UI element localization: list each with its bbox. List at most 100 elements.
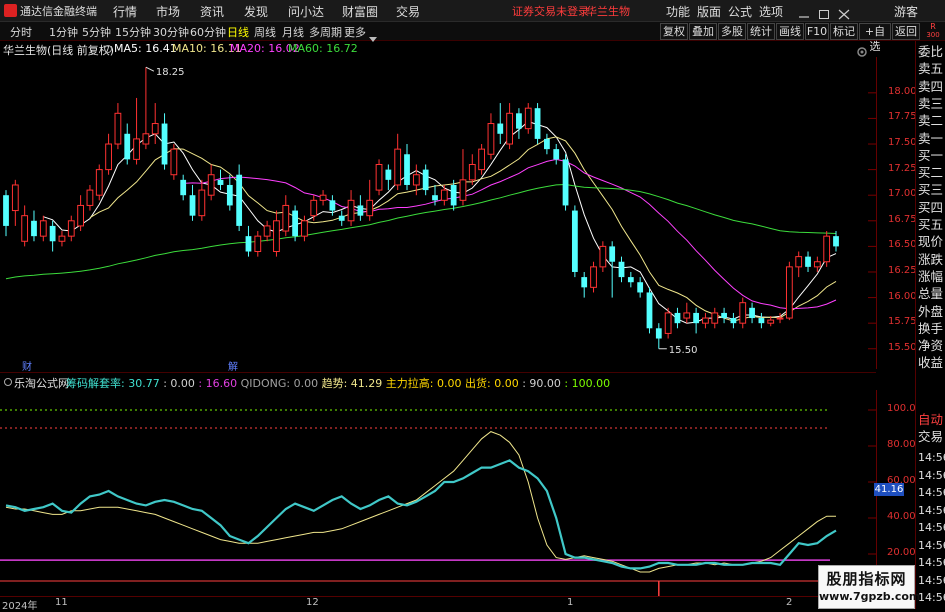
candle bbox=[422, 164, 429, 196]
candle bbox=[516, 108, 522, 139]
candle bbox=[571, 205, 578, 278]
candle bbox=[627, 271, 634, 288]
candle bbox=[478, 144, 486, 175]
period-tab-60min[interactable]: 60分钟 bbox=[190, 24, 226, 40]
menu-item-options[interactable]: 选项 bbox=[759, 3, 783, 20]
indicator-part: : 100.00 bbox=[564, 377, 611, 390]
quote-field-label: 买一 bbox=[918, 147, 944, 163]
candle bbox=[49, 220, 56, 252]
f10-button[interactable]: F10 bbox=[805, 23, 829, 40]
period-tab-more[interactable]: 更多 bbox=[344, 24, 366, 40]
indicator-values: 筹码解套率: 30.77 : 0.00 : 16.60 QIDONG: 0.00… bbox=[66, 375, 610, 391]
candle bbox=[833, 231, 839, 252]
back-button[interactable]: 返回 bbox=[892, 23, 920, 40]
indicator-name[interactable]: 乐淘公式网 bbox=[14, 375, 69, 391]
adjust-button[interactable]: 复权 bbox=[660, 23, 688, 40]
indicator-info: 乐淘公式网 筹码解套率: 30.77 : 0.00 : 16.60 QIDONG… bbox=[0, 372, 876, 390]
mark-button[interactable]: 标记 bbox=[830, 23, 858, 40]
main-chart-info: 华兰生物(日线 前复权) MA5: 16.41 MA10: 16.11 MA20… bbox=[0, 41, 876, 57]
candle bbox=[459, 149, 467, 206]
guest-label[interactable]: 游客 bbox=[894, 3, 918, 20]
candle bbox=[105, 133, 112, 175]
watermark-url: www.7gpzb.com bbox=[819, 590, 921, 603]
minimize-icon[interactable] bbox=[798, 5, 810, 18]
close-icon[interactable] bbox=[838, 5, 850, 20]
indicator-current-value: 41.16 bbox=[874, 483, 904, 496]
period-tab-daily[interactable]: 日线 bbox=[227, 24, 249, 40]
candle bbox=[77, 195, 84, 232]
candle bbox=[758, 312, 765, 329]
price-tick-label: 17.75 bbox=[888, 111, 917, 123]
indicator-tick-label: 80.00 bbox=[887, 439, 916, 450]
tick-time: 14:56 bbox=[918, 521, 945, 534]
login-notice[interactable]: 证券交易未登录 bbox=[512, 3, 589, 19]
overlay-button[interactable]: 叠加 bbox=[689, 23, 717, 40]
indicator-tick-label: 40.00 bbox=[887, 511, 916, 522]
candle bbox=[236, 164, 243, 232]
indicator-circle-icon[interactable] bbox=[4, 378, 12, 386]
period-tab-15min[interactable]: 15分钟 bbox=[115, 24, 151, 40]
menu-item-formula[interactable]: 公式 bbox=[728, 3, 752, 20]
draw-line-button[interactable]: 画线 bbox=[776, 23, 804, 40]
candle bbox=[180, 174, 187, 201]
candle bbox=[21, 205, 29, 247]
menu-item-layout[interactable]: 版面 bbox=[697, 3, 721, 20]
app-logo-icon bbox=[4, 4, 17, 17]
maximize-icon[interactable] bbox=[818, 5, 830, 19]
mode-tab[interactable]: 自动 bbox=[918, 411, 943, 429]
candle bbox=[497, 103, 504, 145]
candle bbox=[440, 184, 448, 206]
menu-item-markets[interactable]: 市场 bbox=[156, 3, 180, 20]
menu-item-news[interactable]: 资讯 bbox=[200, 3, 224, 20]
menu-item-function[interactable]: 功能 bbox=[666, 3, 690, 20]
mode-tab[interactable]: 交易 bbox=[918, 428, 943, 446]
menu-item-ask[interactable]: 问小达 bbox=[288, 3, 324, 20]
period-tab-30min[interactable]: 30分钟 bbox=[153, 24, 189, 40]
corner-badge-code: 300 bbox=[926, 31, 940, 39]
extreme-label: 18.25 bbox=[156, 67, 185, 78]
candle bbox=[590, 261, 597, 293]
candle bbox=[581, 271, 588, 298]
period-tab-timeshare[interactable]: 分时 bbox=[10, 24, 32, 40]
period-tab-monthly[interactable]: 月线 bbox=[282, 24, 304, 40]
unlock-marker[interactable]: 解 bbox=[228, 358, 238, 373]
candlestick-svg: 18.25 15.50 bbox=[3, 66, 876, 356]
candle bbox=[730, 312, 737, 329]
add-watchlist-button[interactable]: +自选 bbox=[859, 23, 891, 53]
price-tick-label: 17.25 bbox=[888, 162, 917, 174]
menu-item-trade[interactable]: 交易 bbox=[396, 3, 420, 20]
quote-field-label: 卖四 bbox=[918, 78, 944, 94]
candle bbox=[133, 97, 140, 165]
candle bbox=[95, 164, 103, 201]
period-tab-1min[interactable]: 1分钟 bbox=[49, 24, 78, 40]
indicator-part: 出货: 0.00 bbox=[465, 377, 523, 390]
candle bbox=[637, 277, 644, 298]
period-tab-multi[interactable]: 多周期 bbox=[309, 24, 342, 40]
menu-item-discover[interactable]: 发现 bbox=[244, 3, 268, 20]
candle bbox=[795, 251, 803, 278]
statistics-button[interactable]: 统计 bbox=[747, 23, 775, 40]
candle bbox=[683, 302, 691, 324]
candle bbox=[347, 190, 355, 226]
candle bbox=[86, 184, 94, 211]
candle bbox=[506, 103, 513, 150]
menu-item-wealth[interactable]: 财富圈 bbox=[342, 3, 378, 20]
candle bbox=[292, 205, 298, 242]
ma-circle-icon[interactable] bbox=[104, 45, 112, 53]
candle bbox=[721, 307, 727, 324]
multi-stock-button[interactable]: 多股 bbox=[718, 23, 746, 40]
quote-field-label: 收益 bbox=[918, 355, 944, 371]
indicator-chart[interactable] bbox=[0, 390, 876, 596]
menu-item-market[interactable]: 行情 bbox=[113, 3, 137, 20]
period-tab-weekly[interactable]: 周线 bbox=[254, 24, 276, 40]
candle bbox=[319, 190, 327, 206]
date-label-feb: 2 bbox=[786, 597, 793, 608]
quote-panel: 委比 卖五 卖四 卖三 卖二 卖一 买一 买二 买三 买四 买五 现价 涨跌 涨幅 总量 外盘 换手 净资 收益 自动… bbox=[915, 41, 945, 609]
candlestick-chart[interactable]: 18.25 15.50 bbox=[0, 57, 876, 369]
financial-marker[interactable]: 财 bbox=[22, 358, 32, 373]
unlock-rate-line bbox=[5, 459, 837, 570]
candle bbox=[702, 312, 709, 329]
period-tab-5min[interactable]: 5分钟 bbox=[82, 24, 111, 40]
quote-field-label: 卖一 bbox=[918, 130, 944, 146]
candle bbox=[11, 179, 19, 226]
